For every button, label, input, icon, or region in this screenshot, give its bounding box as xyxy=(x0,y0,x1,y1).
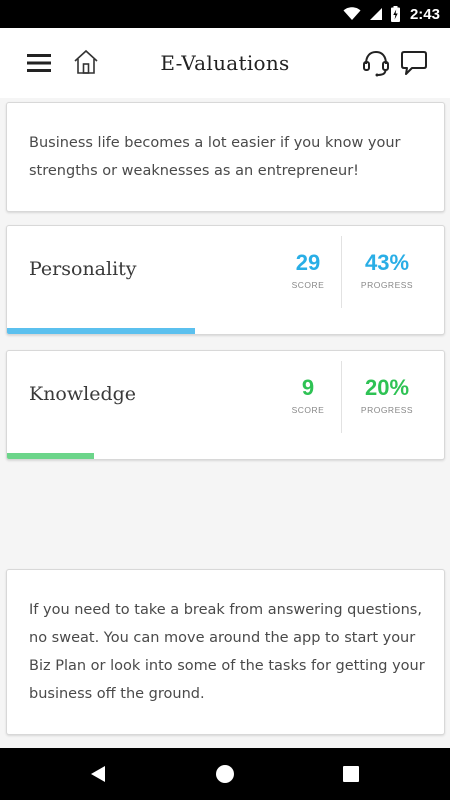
battery-charging-icon xyxy=(390,6,400,22)
progress-stat: 20% PROGRESS xyxy=(349,375,425,415)
note-text: If you need to take a break from answeri… xyxy=(29,602,425,702)
intro-card: Business life becomes a lot easier if yo… xyxy=(6,102,445,212)
chat-icon[interactable] xyxy=(398,47,430,79)
wifi-icon xyxy=(343,7,361,21)
divider xyxy=(341,361,342,433)
navigation-bar xyxy=(0,748,450,800)
score-value: 29 xyxy=(295,250,321,275)
evaluation-title: Personality xyxy=(29,258,137,280)
recents-icon[interactable] xyxy=(321,748,381,800)
score-value: 9 xyxy=(301,375,315,400)
back-icon[interactable] xyxy=(68,748,128,800)
score-stat: 29 SCORE xyxy=(283,250,333,290)
score-caption: SCORE xyxy=(291,405,325,415)
signal-icon xyxy=(369,7,383,21)
home-icon[interactable] xyxy=(70,47,102,77)
intro-text: Business life becomes a lot easier if yo… xyxy=(29,135,401,179)
status-time: 2:43 xyxy=(409,5,440,23)
divider xyxy=(341,236,342,308)
status-bar: 2:43 xyxy=(0,0,450,28)
personality-card[interactable]: Personality 29 SCORE 43% PROGRESS xyxy=(6,225,445,335)
note-card: If you need to take a break from answeri… xyxy=(6,569,445,735)
app-header: E-Valuations xyxy=(0,28,450,98)
progress-caption: PROGRESS xyxy=(360,280,414,290)
progress-bar xyxy=(7,453,95,459)
knowledge-card[interactable]: Knowledge 9 SCORE 20% PROGRESS xyxy=(6,350,445,460)
progress-stat: 43% PROGRESS xyxy=(349,250,425,290)
headset-icon[interactable] xyxy=(360,47,392,79)
menu-icon[interactable] xyxy=(24,51,54,75)
progress-bar xyxy=(7,328,195,334)
progress-value: 20% xyxy=(364,375,410,400)
score-caption: SCORE xyxy=(291,280,325,290)
home-circle-icon[interactable] xyxy=(195,748,255,800)
progress-value: 43% xyxy=(364,250,410,275)
progress-caption: PROGRESS xyxy=(360,405,414,415)
evaluation-title: Knowledge xyxy=(29,383,137,405)
score-stat: 9 SCORE xyxy=(283,375,333,415)
